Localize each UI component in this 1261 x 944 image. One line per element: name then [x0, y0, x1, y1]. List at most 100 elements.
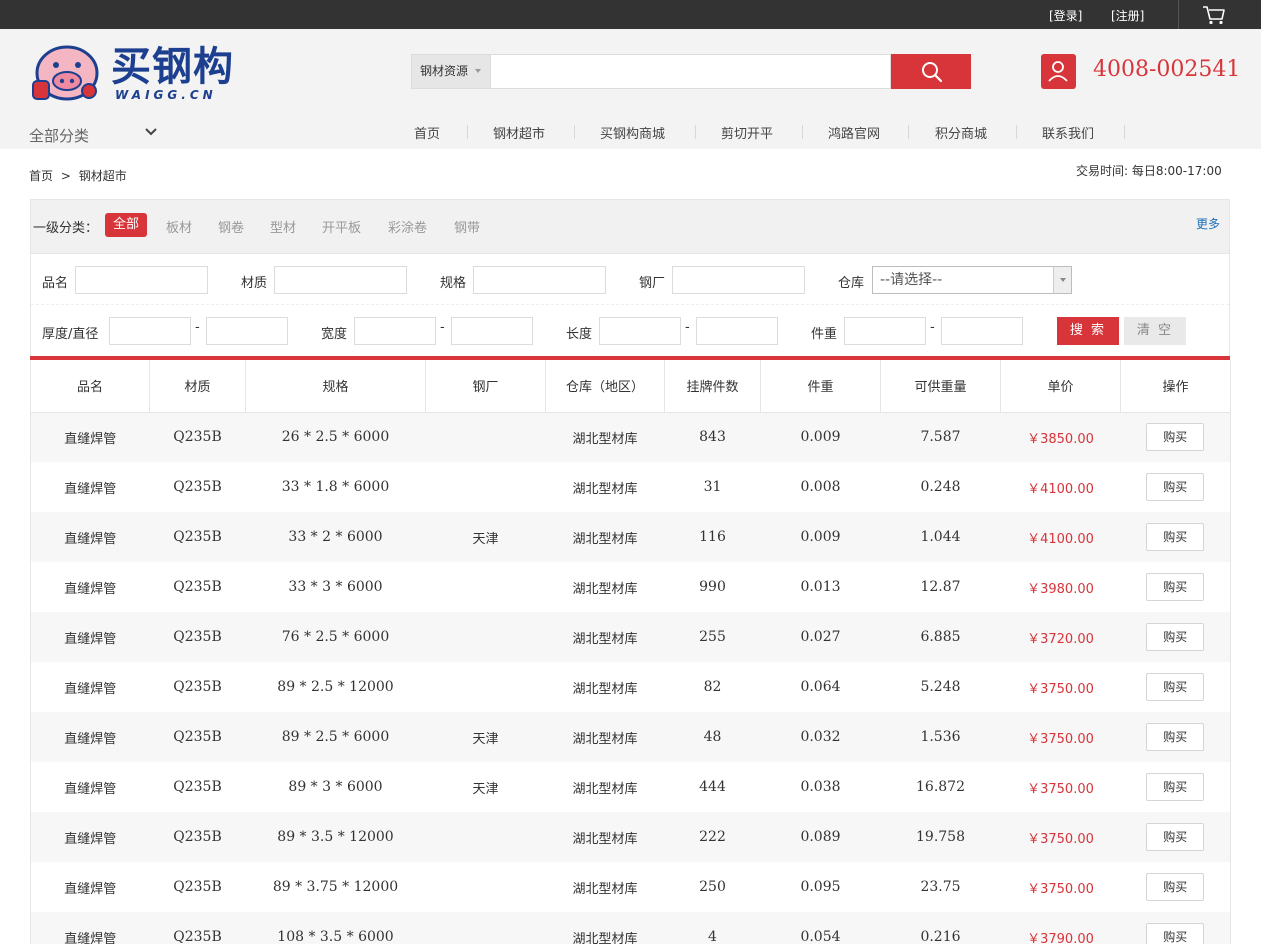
cell-unit-price: ￥3750.00: [1027, 681, 1094, 697]
search-button[interactable]: [891, 54, 971, 89]
nav-mall[interactable]: 买钢构商城: [600, 123, 665, 142]
cell-mill: 天津: [425, 712, 546, 762]
table-row: 直缝焊管 Q235B 33 * 3 * 6000 湖北型材库 990 0.013 12.87…: [31, 562, 1231, 612]
col-header-unit-weight[interactable]: 件重: [760, 360, 881, 413]
buy-button[interactable]: 购买: [1146, 873, 1205, 901]
col-header-count[interactable]: 挂牌件数: [664, 360, 761, 413]
cell-spec: 33 * 1.8 * 6000: [281, 479, 390, 495]
cell-spec: 108 * 3.5 * 6000: [245, 912, 426, 944]
col-header-warehouse[interactable]: 仓库（地区）: [545, 360, 665, 413]
mascot-logo-icon: [32, 45, 99, 101]
col-header-mill[interactable]: 钢厂: [425, 360, 546, 413]
cell-unit-price: ￥3850.00: [1000, 412, 1121, 462]
category-plate[interactable]: 板材: [166, 217, 192, 236]
cell-unit-price: ￥3750.00: [1000, 712, 1121, 762]
chevron-down-icon[interactable]: [144, 127, 158, 137]
filter-search-button[interactable]: 搜 索: [1057, 317, 1119, 345]
cell-mill: [426, 562, 546, 612]
cart-icon[interactable]: [1202, 5, 1226, 25]
buy-button[interactable]: 购买: [1146, 623, 1205, 651]
category-section[interactable]: 型材: [270, 217, 296, 236]
category-coil[interactable]: 钢卷: [218, 217, 244, 236]
buy-button[interactable]: 购买: [1146, 823, 1205, 851]
nav-steel-market[interactable]: 钢材超市: [493, 123, 545, 142]
category-color-coil[interactable]: 彩涂卷: [388, 217, 427, 236]
weight-max-input[interactable]: [941, 317, 1023, 345]
col-header-spec[interactable]: 规格: [245, 360, 426, 413]
spec-input[interactable]: [473, 266, 606, 294]
nav-honglu[interactable]: 鸿路官网: [828, 123, 880, 142]
buy-button[interactable]: 购买: [1146, 723, 1205, 751]
cell-listed-count: 250: [699, 879, 726, 895]
filter-clear-button[interactable]: 清 空: [1124, 317, 1186, 345]
cell-material: Q235B: [149, 512, 246, 562]
category-label: 一级分类：: [33, 221, 99, 236]
cell-unit-price: ￥3720.00: [1000, 612, 1121, 662]
table-row: 直缝焊管 Q235B 89 * 2.5 * 6000 天津 湖北型材库 48 0.032 1.…: [30, 712, 1231, 762]
breadcrumb-separator: >: [60, 169, 71, 183]
cell-material: Q235B: [173, 879, 222, 895]
width-min-input[interactable]: [354, 317, 436, 345]
cell-unit-weight: 0.013: [800, 579, 841, 595]
top-bar: [登录] [注册]: [0, 0, 1261, 29]
category-strip[interactable]: 钢带: [454, 217, 480, 236]
nav-points-mall[interactable]: 积分商城: [935, 123, 987, 142]
weight-min-input[interactable]: [844, 317, 926, 345]
thickness-min-input[interactable]: [109, 317, 191, 345]
table-row: 直缝焊管 Q235B 108 * 3.5 * 6000 湖北型材库 4 0.054 0.21…: [30, 912, 1231, 944]
buy-button[interactable]: 购买: [1146, 423, 1205, 452]
buy-button[interactable]: 购买: [1146, 773, 1205, 801]
hotline-number: 4008-002541: [1093, 57, 1241, 82]
cell-spec: 89 * 3 * 6000: [288, 779, 383, 795]
cell-material: Q235B: [173, 679, 222, 695]
nav-home[interactable]: 首页: [414, 123, 440, 142]
col-header-available[interactable]: 可供重量: [880, 360, 1001, 413]
search-input[interactable]: [491, 54, 891, 89]
table-row: 直缝焊管 Q235B 26 * 2.5 * 6000 湖北型材库 843 0.009 7.5…: [30, 412, 1231, 462]
cell-unit-price: ￥4100.00: [1000, 512, 1121, 562]
all-categories-menu[interactable]: 全部分类: [29, 125, 89, 146]
warehouse-select-value: --请选择--: [880, 272, 943, 288]
mill-input[interactable]: [672, 266, 805, 294]
col-header-price[interactable]: 单价: [1000, 360, 1121, 413]
warehouse-select[interactable]: --请选择--: [872, 266, 1072, 294]
logo-wordmark: 买钢构: [111, 44, 234, 90]
range-dash: -: [685, 320, 690, 335]
cell-unit-weight: 0.064: [800, 679, 841, 695]
col-header-material[interactable]: 材质: [149, 360, 246, 413]
breadcrumb-current[interactable]: 钢材超市: [79, 169, 127, 183]
search-category-select[interactable]: 钢材资源: [411, 54, 491, 89]
length-min-input[interactable]: [599, 317, 681, 345]
thickness-max-input[interactable]: [206, 317, 288, 345]
nav-divider: [467, 125, 468, 139]
cell-mill: [426, 662, 546, 712]
buy-button[interactable]: 购买: [1146, 923, 1205, 944]
width-max-input[interactable]: [451, 317, 533, 345]
buy-button[interactable]: 购买: [1146, 523, 1205, 551]
cell-warehouse: 湖北型材库: [572, 681, 638, 697]
buy-button[interactable]: 购买: [1146, 573, 1205, 601]
select-arrow-icon: [1053, 267, 1071, 293]
category-all[interactable]: 全部: [105, 213, 148, 237]
breadcrumb-home[interactable]: 首页: [29, 169, 53, 183]
more-link[interactable]: 更多: [1196, 215, 1220, 232]
col-header-name[interactable]: 品名: [30, 360, 150, 413]
category-flat-plate[interactable]: 开平板: [322, 217, 361, 236]
cell-spec: 26 * 2.5 * 6000: [245, 412, 426, 462]
filter-row-1: 品名 材质 规格 钢厂 仓库 --请选择--: [31, 255, 1229, 305]
buy-button[interactable]: 购买: [1146, 473, 1205, 501]
name-input[interactable]: [75, 266, 208, 294]
nav-contact[interactable]: 联系我们: [1042, 123, 1094, 142]
cell-action: 购买: [1120, 512, 1231, 562]
length-max-input[interactable]: [696, 317, 778, 345]
material-input[interactable]: [274, 266, 407, 294]
nav-cutting[interactable]: 剪切开平: [721, 123, 773, 142]
buy-button[interactable]: 购买: [1146, 673, 1205, 701]
cell-product-name: 直缝焊管: [64, 781, 117, 797]
cell-material: Q235B: [149, 812, 246, 862]
register-link[interactable]: [注册]: [1111, 7, 1144, 24]
material-label: 材质: [241, 276, 268, 291]
login-link[interactable]: [登录]: [1049, 7, 1082, 24]
cell-listed-count: 48: [664, 712, 761, 762]
site-logo[interactable]: 买钢构 WAIGG.CN: [29, 43, 269, 103]
